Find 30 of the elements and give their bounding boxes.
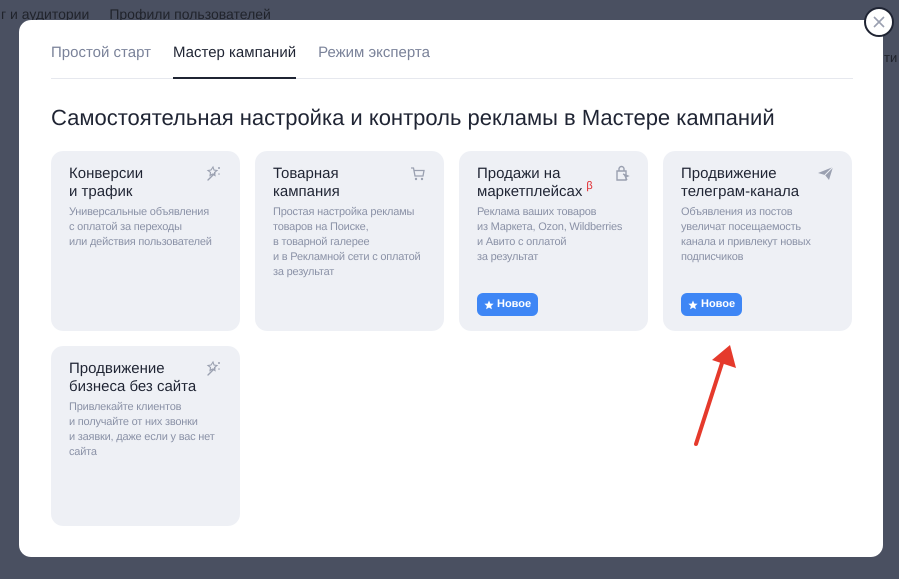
magic-wand-icon: [205, 360, 222, 377]
campaign-card[interactable]: Продвижение бизнеса без сайта Привлекайте клиентов и получайте от них звонки и заявки, даже если у вас нет сайта: [51, 346, 240, 526]
card-description: Простая настройка рекламы товаров на Поиске, в товарной галерее и в Рекламной сети с оплатой за результат: [273, 204, 422, 280]
tab[interactable]: Режим эксперта: [318, 42, 430, 78]
new-badge: Новое: [477, 293, 538, 316]
card-title: Товарная кампания: [273, 164, 341, 201]
tab[interactable]: Простой старт: [51, 42, 151, 78]
card-title: Продвижение телеграм-канала: [681, 164, 800, 201]
dialog-heading: Самостоятельная настройка и контроль рекламы в Мастере кампаний: [51, 104, 776, 131]
campaign-card[interactable]: Продвижение телеграм-канала Объявления из постов увеличат посещаемость канала и привлекут новых подписчиков Новое: [663, 150, 852, 331]
new-badge: Новое: [681, 293, 742, 316]
close-button[interactable]: [864, 7, 894, 37]
card-description: Универсальные объявления с оплатой за переходы или действия пользователей: [69, 204, 213, 250]
beta-mark: β: [586, 179, 593, 194]
card-description: Привлекайте клиентов и получайте от них звонки и заявки, даже если у вас нет сайта: [69, 400, 216, 460]
star-icon: [688, 300, 698, 310]
magic-wand-icon: [205, 164, 222, 182]
campaign-card[interactable]: Конверсии и трафик Универсальные объявления с оплатой за переходы или действия пользователей: [51, 150, 240, 331]
tab[interactable]: Мастер кампаний: [172, 42, 296, 78]
cart-icon: [409, 164, 426, 182]
card-title: Продажи на маркетплейсах: [477, 164, 582, 201]
card-description: Объявления из постов увеличат посещаемость канала и привлекут новых подписчиков: [681, 204, 812, 265]
card-title: Продвижение бизнеса без сайта: [69, 360, 198, 396]
campaign-card[interactable]: Товарная кампания Простая настройка рекламы товаров на Поиске, в товарной галерее и в Рекламной сети с оплатой за результат: [255, 150, 444, 331]
campaign-card[interactable]: Продажи на маркетплейсах β Реклама ваших товаров из Маркета, Ozon, Wildberries и Авито с оплатой за результат Новое: [459, 150, 648, 331]
card-description: Реклама ваших товаров из Маркета, Ozon, Wildberries и Авито с оплатой за результат: [477, 204, 624, 265]
close-icon: [872, 15, 886, 29]
card-title: Конверсии и трафик: [69, 164, 144, 201]
star-icon: [484, 300, 494, 310]
paper-plane-icon: [817, 164, 834, 182]
